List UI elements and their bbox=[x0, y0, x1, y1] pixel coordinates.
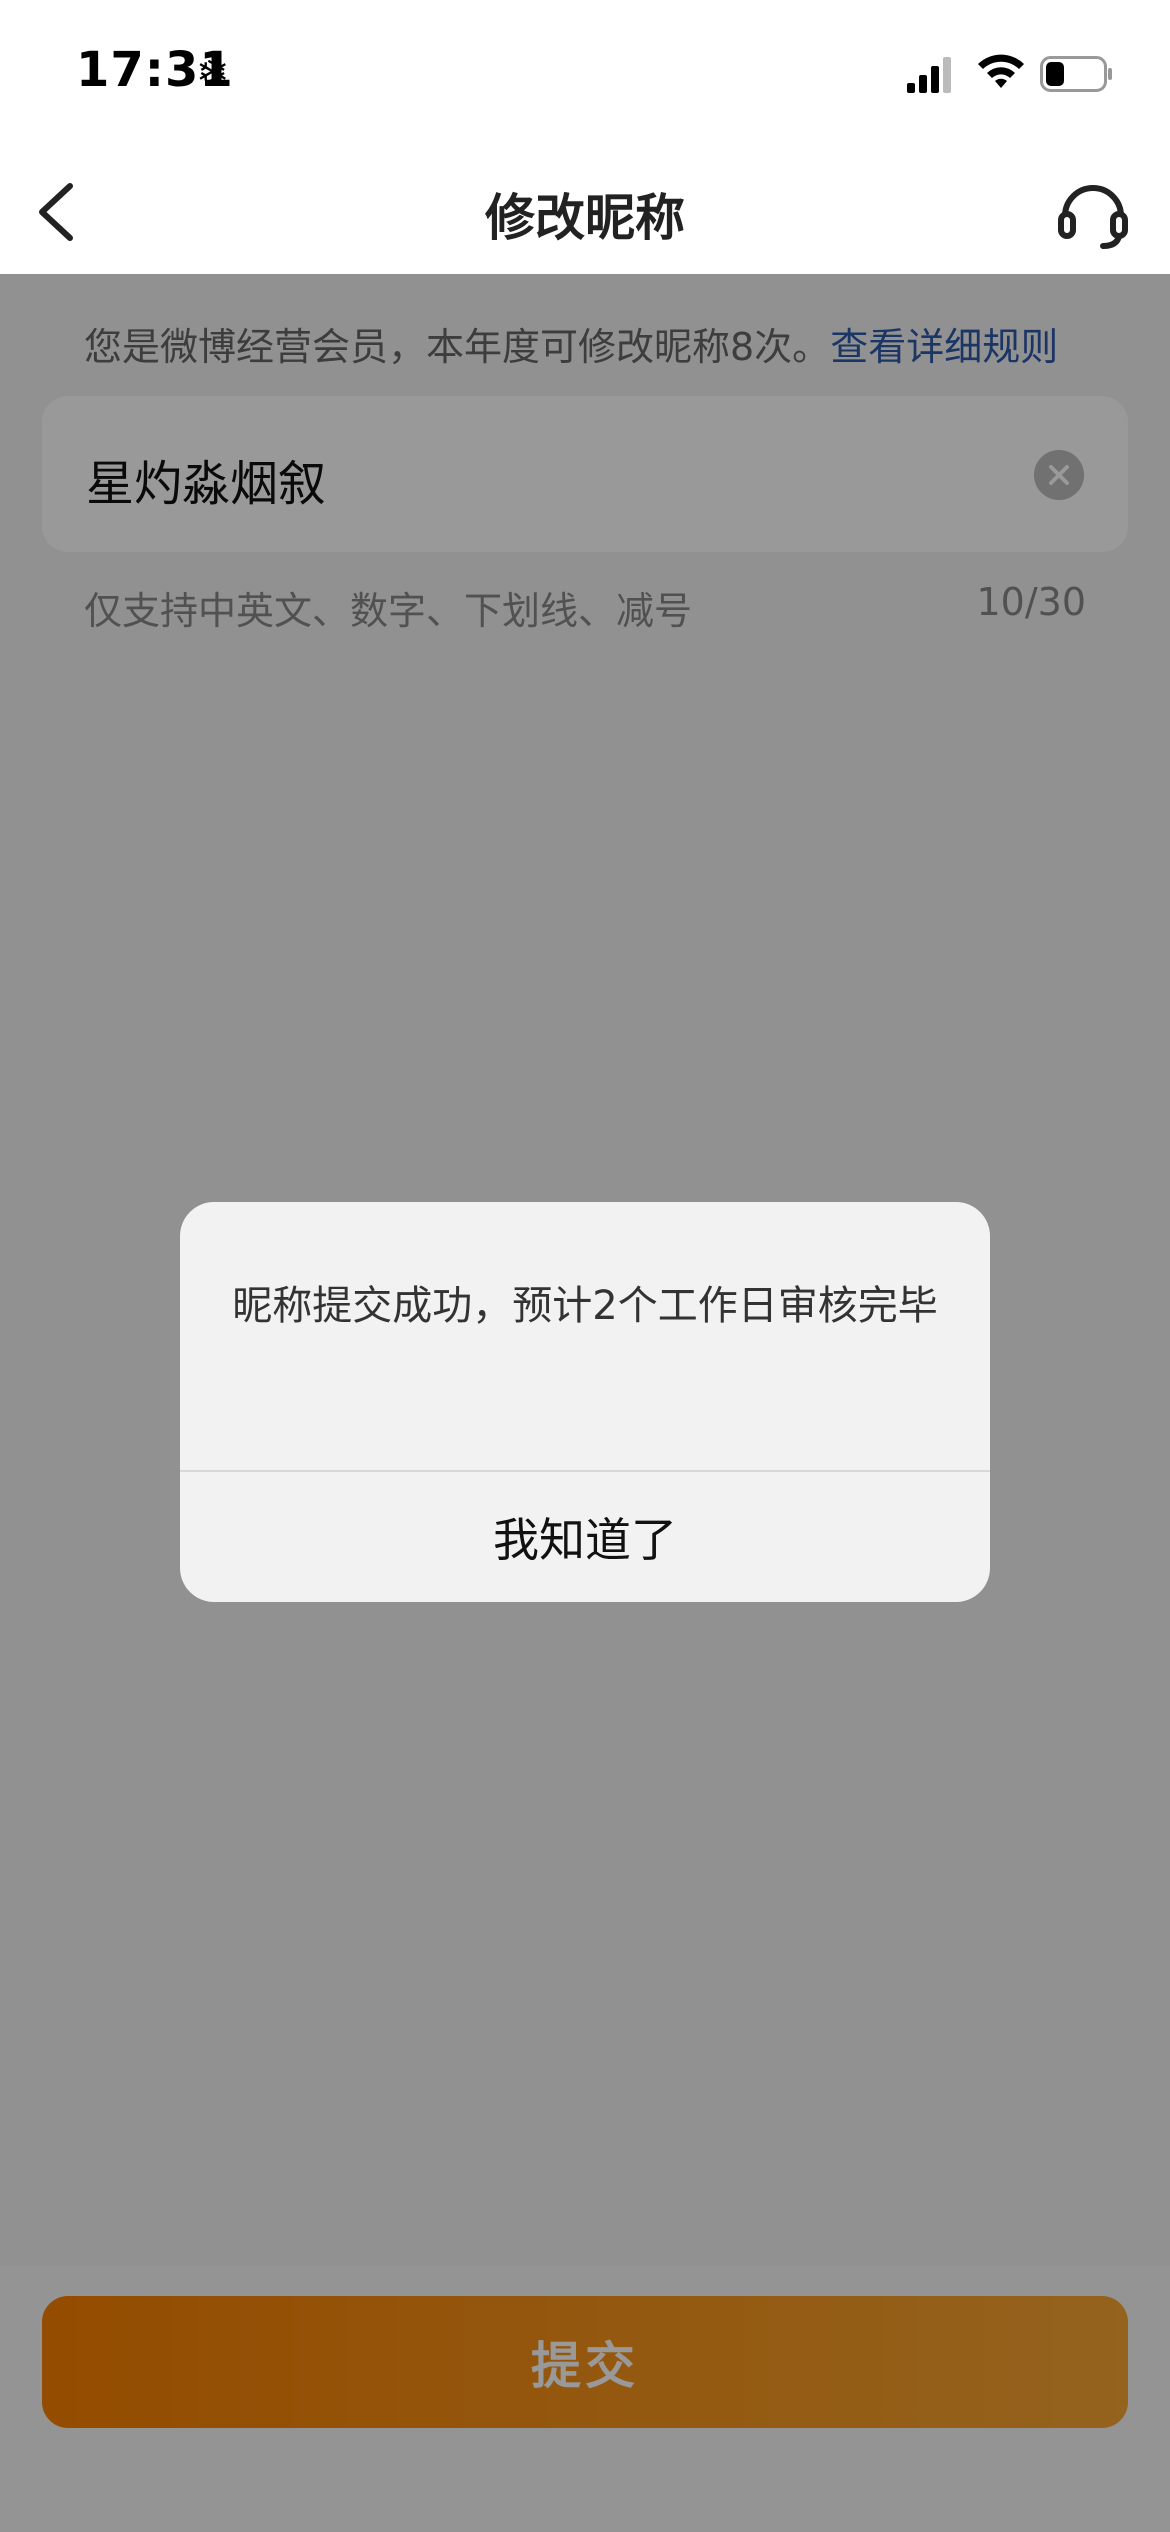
nav-bar: 修改昵称 bbox=[0, 150, 1170, 274]
success-dialog: 昵称提交成功，预计2个工作日审核完毕 我知道了 bbox=[180, 1202, 990, 1602]
battery-icon bbox=[1040, 56, 1112, 92]
acknowledge-button-label: 我知道了 bbox=[493, 1513, 677, 1567]
status-bar: 17:31 ❄ bbox=[0, 0, 1170, 150]
acknowledge-button[interactable]: 我知道了 bbox=[180, 1472, 990, 1602]
wifi-icon bbox=[978, 54, 1024, 88]
page-title: 修改昵称 bbox=[485, 189, 685, 247]
screen: 17:31 ❄ 修改昵称 您是微博经营会员，本年度可修改昵称8次。查看详细规则 … bbox=[0, 0, 1170, 2532]
signal-icon bbox=[907, 57, 951, 93]
snowflake-icon: ❄ bbox=[196, 50, 230, 96]
headset-icon[interactable] bbox=[1055, 172, 1131, 252]
dialog-message: 昵称提交成功，预计2个工作日审核完毕 bbox=[232, 1283, 938, 1329]
